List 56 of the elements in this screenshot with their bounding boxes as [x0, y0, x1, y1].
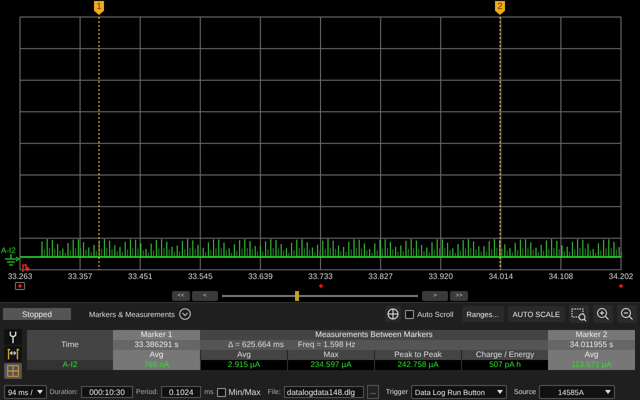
table-cell: 34.011955 s	[548, 340, 635, 350]
chevron-down-icon[interactable]	[178, 308, 191, 320]
axis-tick-label: 33.263	[8, 272, 32, 282]
duration-field[interactable]: 000:10:30	[81, 386, 133, 398]
row-label: Time	[27, 340, 113, 350]
axis-tick-label: 33.545	[188, 272, 213, 282]
table-cell: 234.597 µA	[287, 360, 374, 370]
min-max-checkbox[interactable]: Min/Max	[216, 387, 261, 397]
table-header: Measurements Between Markers	[200, 330, 548, 340]
probe-icon[interactable]	[3, 329, 23, 345]
freq-text: Freq = 1.598 Hz	[298, 340, 356, 350]
axis-tick-label: 33.827	[368, 272, 393, 282]
column-header: Avg	[113, 350, 200, 360]
table-cell: 33.386291 s	[113, 340, 200, 350]
plus-icon[interactable]	[618, 283, 624, 289]
file-field[interactable]: datalogdata148.dlg	[284, 386, 364, 398]
channel-label: A-I2	[1, 246, 16, 255]
delta-text: Δ = 625.664 ms	[228, 340, 284, 350]
caret-icon	[496, 390, 503, 394]
markers-icon[interactable]	[3, 346, 23, 362]
axis-tick-label: 33.451	[128, 272, 152, 282]
caret-icon	[605, 390, 611, 394]
column-header: Avg	[548, 350, 635, 360]
table-header: Marker 2	[548, 330, 635, 340]
plus-icon[interactable]	[318, 283, 324, 289]
axis-tick-label: 33.357	[68, 272, 92, 282]
table-cell: 507 pA h	[461, 360, 548, 370]
channel-label: A-I2	[27, 360, 113, 370]
crosshair-icon[interactable]	[385, 306, 402, 322]
marker-flag[interactable]: 1	[94, 1, 104, 15]
zoom-box-icon[interactable]	[569, 305, 589, 323]
status-button[interactable]: Stopped	[3, 308, 71, 320]
plus-icon[interactable]	[15, 282, 26, 290]
ground-arrow-icon	[4, 254, 20, 266]
axis-tick-label: 34.014	[488, 272, 514, 282]
caret-icon	[36, 390, 43, 394]
axis-tick-label: 34.202	[608, 272, 634, 282]
column-header: Max	[287, 350, 374, 360]
axis-tick-label: 33.920	[428, 272, 453, 282]
period-field[interactable]: 0.1024	[161, 386, 202, 398]
table-cell: 113.571 µA	[548, 360, 635, 370]
column-header: Peak to Peak	[374, 350, 461, 360]
zoom-out-icon[interactable]	[617, 305, 637, 323]
column-header: Avg	[200, 350, 287, 360]
table-header: Marker 1	[113, 330, 200, 340]
column-header: Charge / Energy	[461, 350, 548, 360]
grid-icon[interactable]	[3, 363, 23, 379]
axis-tick-label: 34.108	[548, 272, 574, 282]
table-cell: 2.915 µA	[200, 360, 287, 370]
table-cell: 769 nA	[113, 360, 200, 370]
axis-tick-label: 33.639	[248, 272, 273, 282]
table-cell: 242.758 µA	[374, 360, 461, 370]
marker-flag[interactable]: 2	[495, 1, 505, 15]
trigger-icon	[22, 264, 31, 272]
zoom-in-icon[interactable]	[593, 305, 613, 323]
axis-tick-label: 33.733	[308, 272, 333, 282]
